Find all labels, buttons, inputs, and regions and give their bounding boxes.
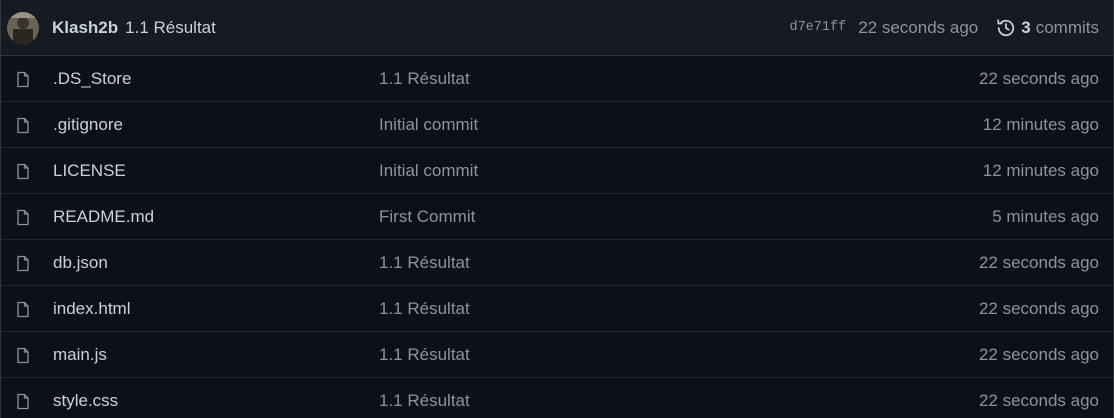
- file-name[interactable]: LICENSE: [53, 161, 379, 181]
- file-commit-message[interactable]: 1.1 Résultat: [379, 299, 979, 319]
- avatar-image: [7, 11, 39, 44]
- file-row: main.js 1.1 Résultat 22 seconds ago: [1, 332, 1113, 378]
- file-commit-message[interactable]: Initial commit: [379, 161, 983, 181]
- latest-commit-bar: Klash2b 1.1 Résultat d7e71ff 22 seconds …: [1, 0, 1113, 56]
- file-name[interactable]: main.js: [53, 345, 379, 365]
- file-commit-time: 22 seconds ago: [978, 68, 1099, 88]
- file-commit-time: 12 minutes ago: [982, 114, 1099, 134]
- commit-sha[interactable]: d7e71ff: [789, 20, 846, 35]
- file-name[interactable]: style.css: [53, 391, 379, 411]
- file-row: index.html 1.1 Résultat 22 seconds ago: [1, 286, 1113, 332]
- file-commit-time: 22 seconds ago: [978, 298, 1099, 318]
- file-row: README.md First Commit 5 minutes ago: [1, 194, 1113, 240]
- file-icon: [15, 209, 31, 225]
- file-commit-time: 22 seconds ago: [978, 391, 1099, 410]
- file-row: style.css 1.1 Résultat 22 seconds ago: [1, 378, 1113, 418]
- file-commit-time: 22 seconds ago: [978, 344, 1099, 364]
- file-icon: [15, 393, 31, 410]
- commits-count: 3: [1021, 17, 1031, 37]
- file-row: db.json 1.1 Résultat 22 seconds ago: [1, 240, 1113, 286]
- file-row: .DS_Store 1.1 Résultat 22 seconds ago: [1, 56, 1113, 102]
- commit-message[interactable]: 1.1 Résultat: [125, 18, 216, 38]
- file-commit-time: 5 minutes ago: [992, 206, 1099, 226]
- file-name[interactable]: index.html: [53, 299, 379, 319]
- file-commit-message[interactable]: Initial commit: [379, 115, 983, 135]
- file-name[interactable]: README.md: [53, 207, 379, 227]
- file-commit-message[interactable]: 1.1 Résultat: [379, 253, 979, 273]
- file-icon: [15, 301, 31, 317]
- commits-link[interactable]: 3 commits: [996, 18, 1099, 38]
- file-browser: Klash2b 1.1 Résultat d7e71ff 22 seconds …: [0, 0, 1114, 418]
- file-list: .DS_Store 1.1 Résultat 22 seconds ago .g…: [1, 56, 1113, 418]
- file-icon: [15, 71, 31, 87]
- commit-author[interactable]: Klash2b: [52, 18, 118, 38]
- file-icon: [15, 117, 31, 133]
- file-name[interactable]: .DS_Store: [53, 69, 379, 89]
- file-commit-message[interactable]: 1.1 Résultat: [379, 345, 979, 365]
- commits-label: commits: [1035, 17, 1099, 37]
- commit-time: 22 seconds ago: [858, 17, 979, 37]
- author-avatar[interactable]: [7, 11, 39, 44]
- file-commit-time: 12 minutes ago: [982, 160, 1099, 180]
- file-name[interactable]: .gitignore: [53, 115, 379, 135]
- file-row: .gitignore Initial commit 12 minutes ago: [1, 102, 1113, 148]
- file-commit-time: 22 seconds ago: [978, 252, 1099, 272]
- file-icon: [15, 163, 31, 179]
- file-commit-message[interactable]: First Commit: [379, 207, 992, 227]
- file-commit-message[interactable]: 1.1 Résultat: [379, 391, 979, 411]
- file-name[interactable]: db.json: [53, 253, 379, 273]
- file-commit-message[interactable]: 1.1 Résultat: [379, 69, 979, 89]
- file-icon: [15, 255, 31, 271]
- file-row: LICENSE Initial commit 12 minutes ago: [1, 148, 1113, 194]
- history-icon: [996, 18, 1016, 38]
- file-icon: [15, 347, 31, 363]
